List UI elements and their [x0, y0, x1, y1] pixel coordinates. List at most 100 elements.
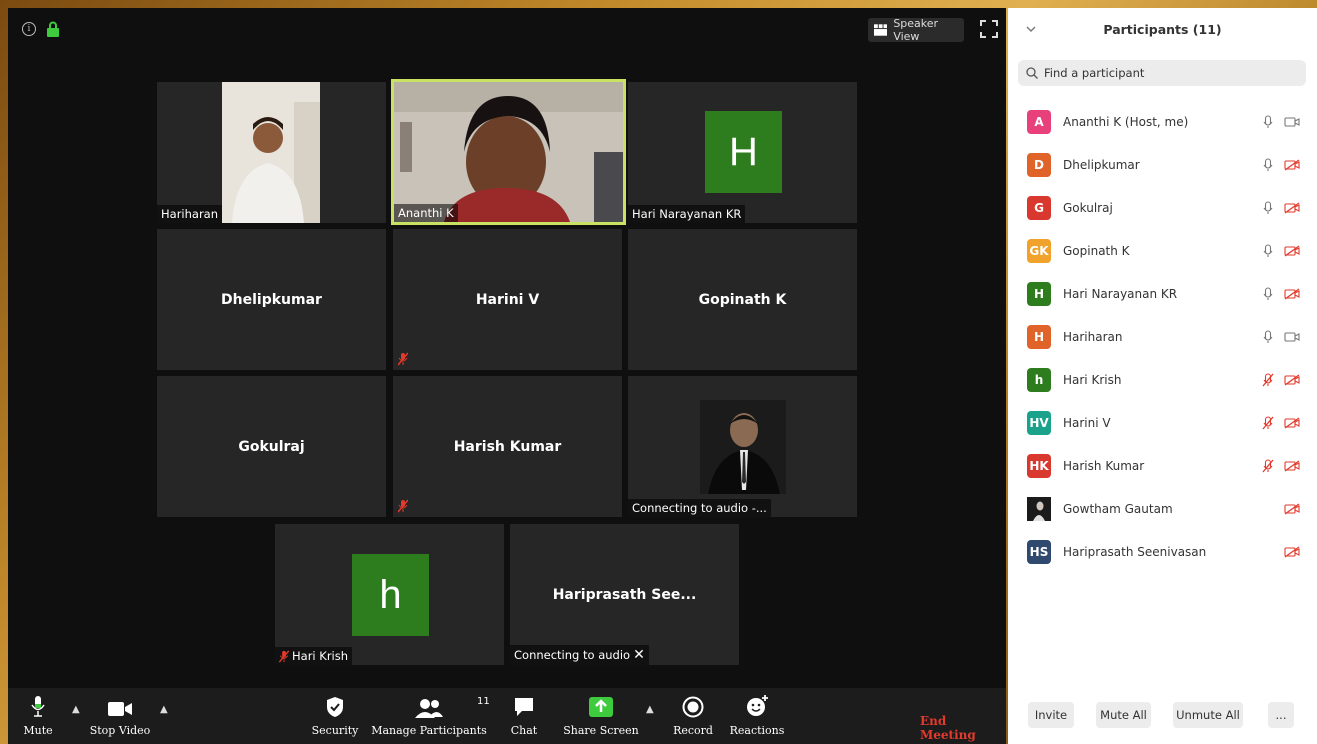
tile-name: Gopinath K [698, 291, 787, 308]
video-off-icon[interactable] [1284, 374, 1300, 386]
participant-row[interactable]: HV Harini V [1008, 402, 1317, 445]
video-tile-gowtham[interactable]: Connecting to audio -... [628, 376, 857, 517]
video-options-caret[interactable]: ▲ [160, 704, 168, 715]
participant-avatar: HS [1027, 540, 1051, 565]
muted-mic-icon [398, 352, 408, 366]
panel-footer: Invite Mute All Unmute All ... [1008, 702, 1317, 732]
video-camera-icon[interactable] [1284, 331, 1300, 343]
participant-avatar: A [1027, 109, 1051, 134]
video-tile-hari-narayanan[interactable]: H Hari Narayanan KR [628, 82, 857, 223]
participant-avatar: H [1027, 325, 1051, 350]
microphone-icon[interactable] [1262, 330, 1274, 344]
shield-icon [327, 697, 343, 717]
share-screen-button[interactable]: Share Screen [563, 688, 639, 744]
search-icon [1026, 67, 1038, 79]
participant-search-input[interactable]: Find a participant [1018, 60, 1306, 86]
muted-mic-icon[interactable] [1262, 459, 1274, 473]
participant-avatar: H [1027, 281, 1051, 306]
tile-name: Harish Kumar [453, 438, 562, 455]
security-label: Security [311, 724, 359, 737]
participant-row[interactable]: D Dhelipkumar [1008, 143, 1317, 186]
participant-photo [394, 82, 623, 222]
video-off-icon[interactable] [1284, 503, 1300, 515]
reactions-label: Reactions [729, 724, 785, 737]
participant-avatar: GK [1027, 238, 1051, 263]
participant-name: Hariprasath Seenivasan [1063, 545, 1207, 560]
muted-mic-icon [398, 499, 408, 513]
participant-row[interactable]: HS Hariprasath Seenivasan [1008, 531, 1317, 574]
video-tile-hariharan[interactable]: Hariharan [157, 82, 386, 223]
participant-avatar: G [1027, 195, 1051, 220]
video-tile-gopinath[interactable]: Gopinath K [628, 229, 857, 370]
mute-button[interactable]: Mute [20, 688, 56, 744]
participant-name: Gowtham Gautam [1063, 502, 1173, 517]
muted-mic-icon [279, 649, 289, 663]
participant-avatar: h [1027, 368, 1051, 393]
video-tile-ananthi[interactable]: Ananthi K [391, 79, 626, 225]
microphone-icon[interactable] [1262, 287, 1274, 301]
microphone-icon [31, 696, 45, 717]
microphone-icon[interactable] [1262, 201, 1274, 215]
video-tile-dhelipkumar[interactable]: Dhelipkumar [157, 229, 386, 370]
participant-row[interactable]: GK Gopinath K [1008, 229, 1317, 272]
microphone-icon[interactable] [1262, 244, 1274, 258]
fullscreen-icon[interactable] [980, 20, 998, 38]
record-label: Record [673, 724, 713, 737]
video-tile-hari-krish[interactable]: h Hari Krish [275, 524, 504, 665]
audio-options-caret[interactable]: ▲ [72, 704, 80, 715]
microphone-icon[interactable] [1262, 158, 1274, 172]
muted-mic-icon[interactable] [1262, 416, 1274, 430]
video-tile-hariprasath[interactable]: Hariprasath See... Connecting to audio ✕ [510, 524, 739, 665]
tile-caption: Ananthi K [394, 204, 458, 222]
unmute-all-button[interactable]: Unmute All [1173, 702, 1243, 728]
security-button[interactable]: Security [308, 688, 362, 744]
participant-row[interactable]: A Ananthi K (Host, me) [1008, 100, 1317, 143]
more-options-button[interactable]: ... [1268, 702, 1294, 728]
stop-video-label: Stop Video [89, 724, 151, 737]
video-camera-icon[interactable] [1284, 116, 1300, 128]
video-off-icon[interactable] [1284, 202, 1300, 214]
video-off-icon[interactable] [1284, 245, 1300, 257]
participant-name: Hari Narayanan KR [1063, 286, 1178, 301]
speaker-view-button[interactable]: Speaker View [868, 17, 964, 43]
info-icon[interactable]: i [22, 22, 36, 36]
participant-row[interactable]: G Gokulraj [1008, 186, 1317, 229]
tile-status: Connecting to audio [514, 648, 631, 662]
reactions-button[interactable]: Reactions [729, 688, 785, 744]
lock-icon[interactable] [46, 21, 60, 37]
video-tile-harini[interactable]: Harini V [393, 229, 622, 370]
participant-row[interactable]: HK Harish Kumar [1008, 445, 1317, 488]
stop-video-button[interactable]: Stop Video [90, 688, 150, 744]
participant-avatar [1027, 497, 1051, 522]
video-tile-harish[interactable]: Harish Kumar [393, 376, 622, 517]
muted-mic-icon[interactable] [1262, 373, 1274, 387]
tile-name: Gokulraj [238, 438, 305, 455]
share-screen-icon [589, 697, 613, 717]
participant-row[interactable]: H Hari Narayanan KR [1008, 272, 1317, 315]
chat-button[interactable]: Chat [508, 688, 540, 744]
video-off-icon[interactable] [1284, 460, 1300, 472]
participant-row[interactable]: Gowtham Gautam [1008, 488, 1317, 531]
participant-avatar: D [1027, 152, 1051, 177]
video-off-icon[interactable] [1284, 288, 1300, 300]
record-button[interactable]: Record [673, 688, 713, 744]
close-icon[interactable]: ✕ [633, 647, 645, 663]
video-tile-gokulraj[interactable]: Gokulraj [157, 376, 386, 517]
video-off-icon[interactable] [1284, 546, 1300, 559]
mute-all-button[interactable]: Mute All [1096, 702, 1151, 728]
manage-participants-button[interactable]: 11 Manage Participants [371, 688, 490, 744]
participant-row[interactable]: H Hariharan [1008, 315, 1317, 358]
share-screen-label: Share Screen [563, 724, 639, 737]
tile-caption: Hari Krish [275, 647, 353, 665]
microphone-icon[interactable] [1262, 114, 1274, 129]
tile-caption: Hari Narayanan KR [628, 205, 746, 223]
video-off-icon[interactable] [1284, 159, 1300, 171]
chat-label: Chat [510, 724, 538, 737]
participant-row[interactable]: h Hari Krish [1008, 359, 1317, 402]
share-options-caret[interactable]: ▲ [646, 704, 654, 715]
end-meeting-button[interactable]: End Meeting [920, 714, 1006, 742]
invite-button[interactable]: Invite [1028, 702, 1074, 728]
video-off-icon[interactable] [1284, 417, 1300, 429]
participant-avatar: HV [1027, 411, 1051, 436]
avatar: H [705, 111, 782, 193]
